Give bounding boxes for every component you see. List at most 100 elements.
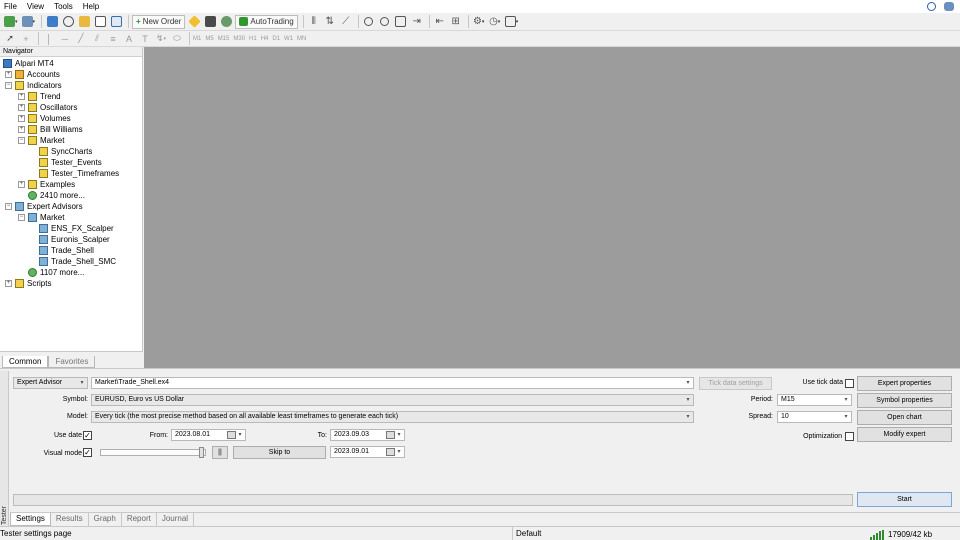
text-button[interactable]: A [122, 32, 136, 46]
slider-thumb[interactable] [199, 447, 204, 458]
tab-favorites[interactable]: Favorites [48, 356, 96, 368]
navigator-item[interactable]: + Volumes [18, 113, 71, 124]
skip-to-button[interactable]: Skip to [233, 446, 326, 459]
chat-icon[interactable] [944, 2, 954, 11]
navigator-item[interactable]: + Examples [18, 179, 75, 190]
visual-mode-checkbox[interactable]: ✓ [83, 448, 92, 457]
menu-help[interactable]: Help [83, 2, 99, 11]
menu-file[interactable]: File [4, 2, 17, 11]
autoscroll-button[interactable]: ⇤ [433, 15, 447, 29]
menu-tools[interactable]: Tools [54, 2, 73, 11]
zoom-out-button[interactable] [378, 15, 392, 29]
templates-button[interactable]: ▾ [504, 15, 520, 29]
new-order-button[interactable]: + New Order [132, 14, 186, 29]
timeframe-m30[interactable]: M30 [233, 36, 245, 42]
tab-report[interactable]: Report [122, 513, 157, 526]
expand-icon[interactable]: + [18, 181, 25, 188]
data-window-button[interactable] [61, 15, 75, 29]
collapse-icon[interactable]: − [5, 82, 12, 89]
signals-button[interactable] [203, 15, 217, 29]
timeframe-d1[interactable]: D1 [272, 36, 280, 42]
navigator-item[interactable]: − Market [18, 212, 64, 223]
navigator-item[interactable]: Euronis_Scalper [29, 234, 110, 245]
use-tick-data-checkbox[interactable] [845, 379, 854, 388]
fibonacci-button[interactable]: ≡ [106, 32, 120, 46]
visual-speed-slider[interactable] [100, 447, 206, 458]
from-date-picker[interactable]: 2023.08.01 ▾ [171, 429, 246, 441]
model-select[interactable]: Every tick (the most precise method base… [91, 411, 694, 423]
expand-icon[interactable]: + [18, 126, 25, 133]
new-chart-button[interactable]: ▾ [3, 15, 19, 29]
tab-settings[interactable]: Settings [10, 513, 51, 526]
expert-properties-button[interactable]: Expert properties [857, 376, 952, 391]
use-date-checkbox[interactable]: ✓ [83, 431, 92, 440]
modify-expert-button[interactable]: Modify expert [857, 427, 952, 442]
grid-button[interactable]: ⊞ [449, 15, 463, 29]
navigator-item[interactable]: + Trend [18, 91, 61, 102]
skip-to-date-picker[interactable]: 2023.09.01 ▾ [330, 446, 405, 458]
cursor-button[interactable]: ➚ [3, 32, 17, 46]
candlestick-button[interactable]: ⇅ [323, 15, 337, 29]
autotrading-button[interactable]: AutoTrading [235, 14, 298, 29]
expand-icon[interactable]: + [5, 280, 12, 287]
navigator-button[interactable] [77, 15, 91, 29]
indicators-button[interactable]: ⚙ ▾ [472, 15, 486, 29]
expand-icon[interactable]: + [5, 71, 12, 78]
periods-button[interactable]: ◷ ▾ [488, 15, 502, 29]
tick-data-settings-button[interactable]: Tick data settings [699, 377, 772, 390]
timeframe-m1[interactable]: M1 [193, 36, 201, 42]
collapse-icon[interactable]: − [18, 214, 25, 221]
navigator-item[interactable]: SyncCharts [29, 146, 92, 157]
navigator-item[interactable]: + Oscillators [18, 102, 77, 113]
navigator-item[interactable]: − Expert Advisors [5, 201, 83, 212]
shapes-button[interactable]: ⬭ [170, 32, 184, 46]
navigator-item[interactable]: 1107 more... [18, 267, 84, 278]
symbol-select[interactable]: EURUSD, Euro vs US Dollar ▾ [91, 394, 694, 406]
menu-view[interactable]: View [27, 2, 44, 11]
navigator-item[interactable]: Trade_Shell_SMC [29, 256, 116, 267]
zoom-in-button[interactable] [362, 15, 376, 29]
navigator-item[interactable]: Alpari MT4 [3, 58, 54, 69]
market-watch-button[interactable] [45, 15, 59, 29]
timeframe-mn[interactable]: MN [297, 36, 306, 42]
line-chart-button[interactable]: ⟋ [339, 15, 353, 29]
channel-button[interactable]: ⫽ [90, 32, 104, 46]
strategy-tester-button[interactable] [109, 15, 123, 29]
collapse-icon[interactable]: − [18, 137, 25, 144]
trendline-button[interactable]: ╱ [74, 32, 88, 46]
timeframe-m15[interactable]: M15 [218, 36, 230, 42]
to-date-picker[interactable]: 2023.09.03 ▾ [330, 429, 405, 441]
open-chart-button[interactable]: Open chart [857, 410, 952, 425]
navigator-item[interactable]: + Scripts [5, 278, 51, 289]
expand-icon[interactable]: + [18, 115, 25, 122]
timeframe-m5[interactable]: M5 [205, 36, 213, 42]
tab-results[interactable]: Results [51, 513, 89, 526]
terminal-button[interactable] [93, 15, 107, 29]
navigator-item[interactable]: + Accounts [5, 69, 60, 80]
pause-button[interactable]: || [212, 446, 228, 459]
tester-type-select[interactable]: Expert Advisor ▾ [13, 377, 88, 389]
spread-select[interactable]: 10 ▾ [777, 411, 852, 423]
start-button[interactable]: Start [857, 492, 952, 507]
navigator-item[interactable]: Tester_Events [29, 157, 102, 168]
navigator-item[interactable]: ENS_FX_Scalper [29, 223, 114, 234]
collapse-icon[interactable]: − [5, 203, 12, 210]
tab-common[interactable]: Common [2, 356, 49, 368]
optimization-checkbox[interactable] [845, 432, 854, 441]
period-select[interactable]: M15 ▾ [777, 394, 852, 406]
crosshair-button[interactable]: + [19, 32, 33, 46]
bar-chart-button[interactable]: ⫴ [307, 15, 321, 29]
metaeditor-button[interactable] [187, 15, 201, 29]
profiles-button[interactable]: ▾ [21, 15, 37, 29]
arrows-button[interactable]: ↯ ▾ [154, 32, 168, 46]
navigator-item[interactable]: + Bill Williams [18, 124, 83, 135]
tile-windows-button[interactable] [394, 15, 408, 29]
chart-shift-button[interactable]: ⇥ [410, 15, 424, 29]
horizontal-line-button[interactable]: ─ [58, 32, 72, 46]
expand-icon[interactable]: + [18, 104, 25, 111]
label-button[interactable]: T [138, 32, 152, 46]
tab-journal[interactable]: Journal [157, 513, 195, 526]
timeframe-w1[interactable]: W1 [284, 36, 293, 42]
timeframe-h1[interactable]: H1 [249, 36, 257, 42]
navigator-item[interactable]: − Indicators [5, 80, 62, 91]
